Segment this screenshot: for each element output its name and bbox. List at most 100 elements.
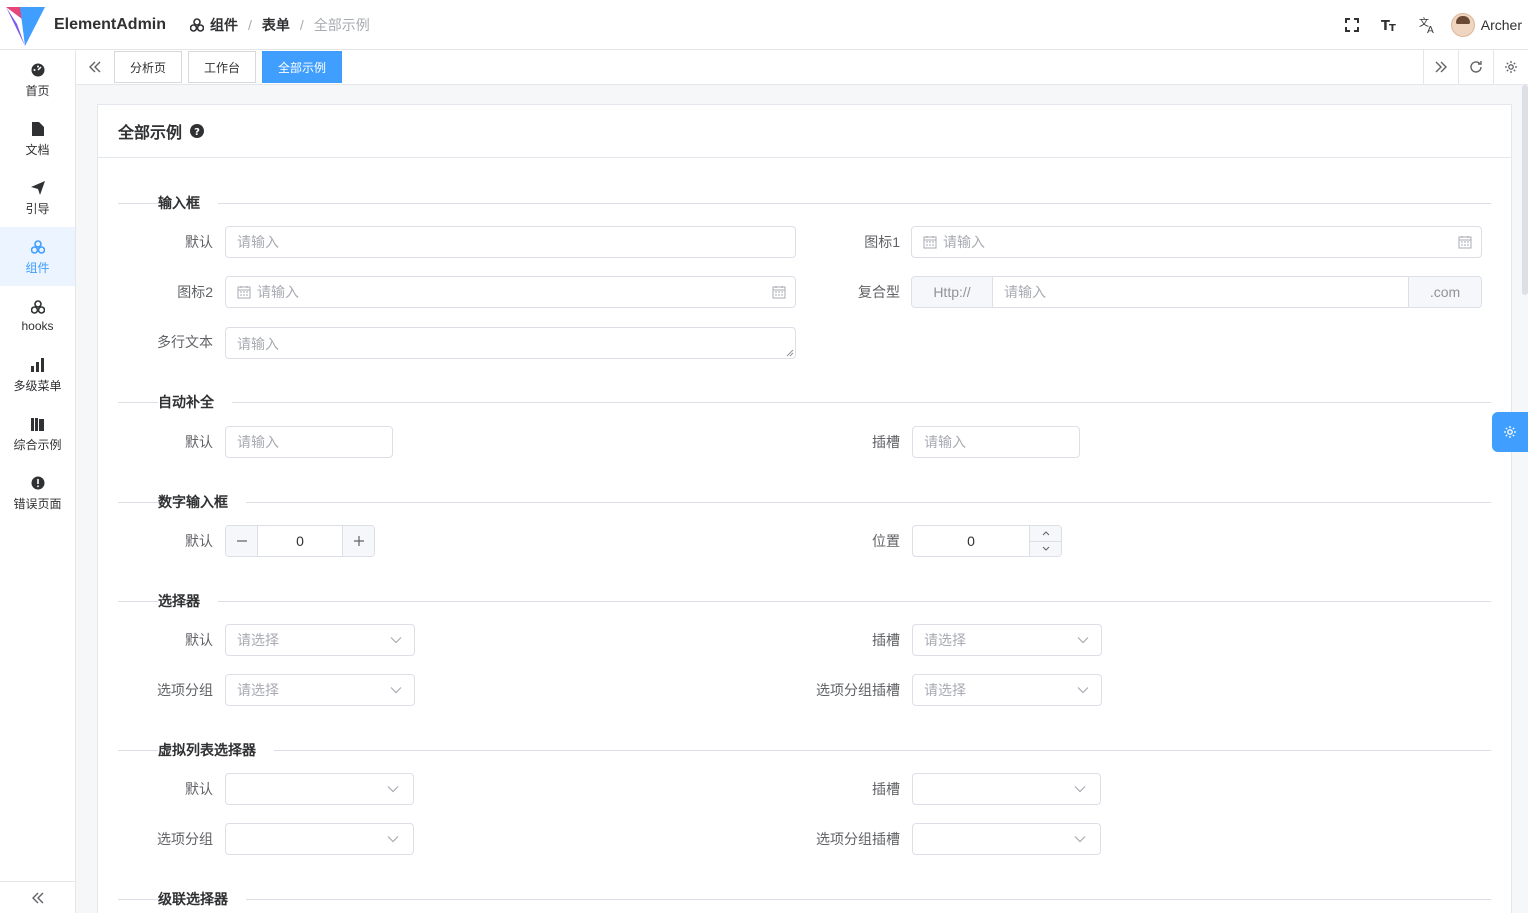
input-placeholder[interactable]: 请输入 — [992, 277, 1409, 307]
sidebar-item-components[interactable]: 组件 — [0, 227, 75, 286]
help-icon[interactable]: ? — [190, 124, 205, 138]
vertical-scrollbar[interactable] — [1522, 85, 1528, 295]
field-label: 图标1 — [864, 234, 900, 250]
virtual-select-default[interactable] — [225, 773, 414, 805]
sidebar-item-label: 错误页面 — [13, 496, 62, 511]
chevron-down-icon — [1074, 785, 1086, 793]
number-value[interactable]: 0 — [913, 526, 1029, 556]
breadcrumb-separator: / — [248, 16, 252, 33]
sidebar-item-hooks[interactable]: hooks — [0, 286, 75, 345]
translate-icon[interactable]: 文A — [1409, 0, 1447, 50]
field-label: 选项分组 — [157, 682, 213, 698]
chevron-down-icon — [390, 636, 402, 644]
field-label: 选项分组插槽 — [816, 831, 900, 847]
virtual-select-option-group-slot[interactable] — [912, 823, 1101, 855]
svg-text:A: A — [1427, 25, 1434, 34]
field-label: 插槽 — [872, 632, 900, 648]
select-placeholder: 请选择 — [237, 632, 279, 648]
user-name: Archer — [1480, 16, 1522, 33]
input-placeholder: 请输入 — [257, 284, 299, 300]
input-append: .com — [1409, 277, 1481, 307]
tags-settings-button[interactable] — [1493, 49, 1528, 85]
sidebar-item-docs[interactable]: 文档 — [0, 109, 75, 168]
sidebar-item-examples[interactable]: 综合示例 — [0, 404, 75, 463]
sidebar-item-label: 组件 — [25, 260, 50, 275]
textarea[interactable]: 请输入 — [225, 327, 796, 359]
calendar-icon — [772, 285, 786, 299]
tags-scroll-right[interactable] — [1423, 49, 1458, 85]
chevron-down-icon — [390, 686, 402, 694]
logo-icon — [6, 6, 45, 46]
chevron-down-icon — [387, 835, 399, 843]
increase-button[interactable] — [342, 526, 374, 556]
sidebar-item-label: 引导 — [25, 201, 50, 216]
card-header: 全部示例 ? — [98, 105, 1511, 158]
field-label: 默认 — [185, 632, 213, 648]
settings-drawer-button[interactable] — [1492, 412, 1528, 452]
number-input-position[interactable]: 0 — [912, 525, 1062, 557]
app-title[interactable]: ElementAdmin — [54, 16, 166, 34]
tag-workplace[interactable]: 工作台 — [188, 51, 257, 83]
number-value[interactable]: 0 — [258, 526, 342, 556]
sidebar-item-guide[interactable]: 引导 — [0, 168, 75, 227]
autocomplete-slot[interactable]: 请输入 — [912, 426, 1080, 458]
minus-icon — [236, 540, 247, 542]
field-label: 默认 — [185, 533, 213, 549]
library-icon — [30, 415, 45, 433]
resize-grip-icon[interactable] — [786, 349, 794, 357]
decrease-button[interactable] — [1030, 541, 1061, 556]
input-icon1[interactable]: 请输入 — [911, 226, 1482, 258]
user-menu[interactable]: Archer — [1450, 12, 1522, 37]
error-icon — [31, 474, 45, 492]
input-default[interactable]: 请输入 — [225, 226, 796, 258]
select-option-group[interactable]: 请选择 — [225, 674, 415, 706]
plus-icon — [353, 536, 364, 546]
calendar-icon — [1458, 235, 1472, 249]
input-composite[interactable]: Http:// 请输入 .com — [911, 276, 1482, 308]
virtual-select-option-group[interactable] — [225, 823, 414, 855]
page-title: 全部示例 — [118, 125, 183, 142]
breadcrumb-item[interactable]: 组件 — [210, 15, 238, 35]
input-icon2[interactable]: 请输入 — [225, 276, 796, 308]
svg-text:T: T — [1389, 23, 1396, 33]
dashboard-icon — [31, 61, 45, 79]
select-slot[interactable]: 请选择 — [912, 624, 1102, 656]
font-size-icon[interactable]: TT — [1371, 0, 1409, 50]
autocomplete-default[interactable]: 请输入 — [225, 426, 393, 458]
tag-analysis[interactable]: 分析页 — [114, 51, 183, 83]
select-option-group-slot[interactable]: 请选择 — [912, 674, 1102, 706]
breadcrumb-item[interactable]: 表单 — [262, 15, 290, 35]
calendar-icon — [923, 235, 937, 249]
top-header: ElementAdmin 组件 / 表单 / 全部示例 TT 文A Archer — [0, 0, 1528, 50]
section-title: 级联选择器 — [158, 889, 246, 909]
select-default[interactable]: 请选择 — [225, 624, 415, 656]
chevron-down-icon — [1042, 546, 1049, 551]
increase-button[interactable] — [1030, 526, 1061, 542]
textarea-placeholder: 请输入 — [237, 336, 279, 352]
tags-scroll-left[interactable] — [76, 50, 114, 85]
section-title: 自动补全 — [158, 392, 232, 412]
gear-icon — [1504, 426, 1516, 438]
field-label: 插槽 — [872, 781, 900, 797]
section-virtual-select: 虚拟列表选择器 — [118, 740, 1491, 760]
sidebar-item-label: 文档 — [25, 142, 50, 157]
field-label: 插槽 — [872, 434, 900, 450]
gear-icon — [1505, 61, 1517, 73]
field-label: 复合型 — [858, 284, 900, 300]
number-input-default[interactable]: 0 — [225, 525, 375, 557]
refresh-button[interactable] — [1458, 49, 1493, 85]
field-label: 位置 — [872, 533, 900, 549]
sidebar-item-home[interactable]: 首页 — [0, 50, 75, 109]
sidebar-item-error[interactable]: 错误页面 — [0, 463, 75, 522]
component-icon — [190, 17, 205, 32]
virtual-select-slot[interactable] — [912, 773, 1101, 805]
tag-all-examples[interactable]: 全部示例 — [262, 51, 343, 83]
hooks-icon — [30, 298, 45, 316]
sidebar-collapse-button[interactable] — [0, 881, 76, 913]
fullscreen-icon[interactable] — [1333, 0, 1371, 50]
sidebar-item-label: hooks — [21, 319, 54, 333]
decrease-button[interactable] — [226, 526, 258, 556]
content-card: 全部示例 ? 输入框 默认 请输入 图标1 请输入 图标2 请输入 复合型 Ht — [97, 104, 1512, 913]
sidebar-item-multilevel[interactable]: 多级菜单 — [0, 345, 75, 404]
svg-text:?: ? — [194, 127, 200, 138]
